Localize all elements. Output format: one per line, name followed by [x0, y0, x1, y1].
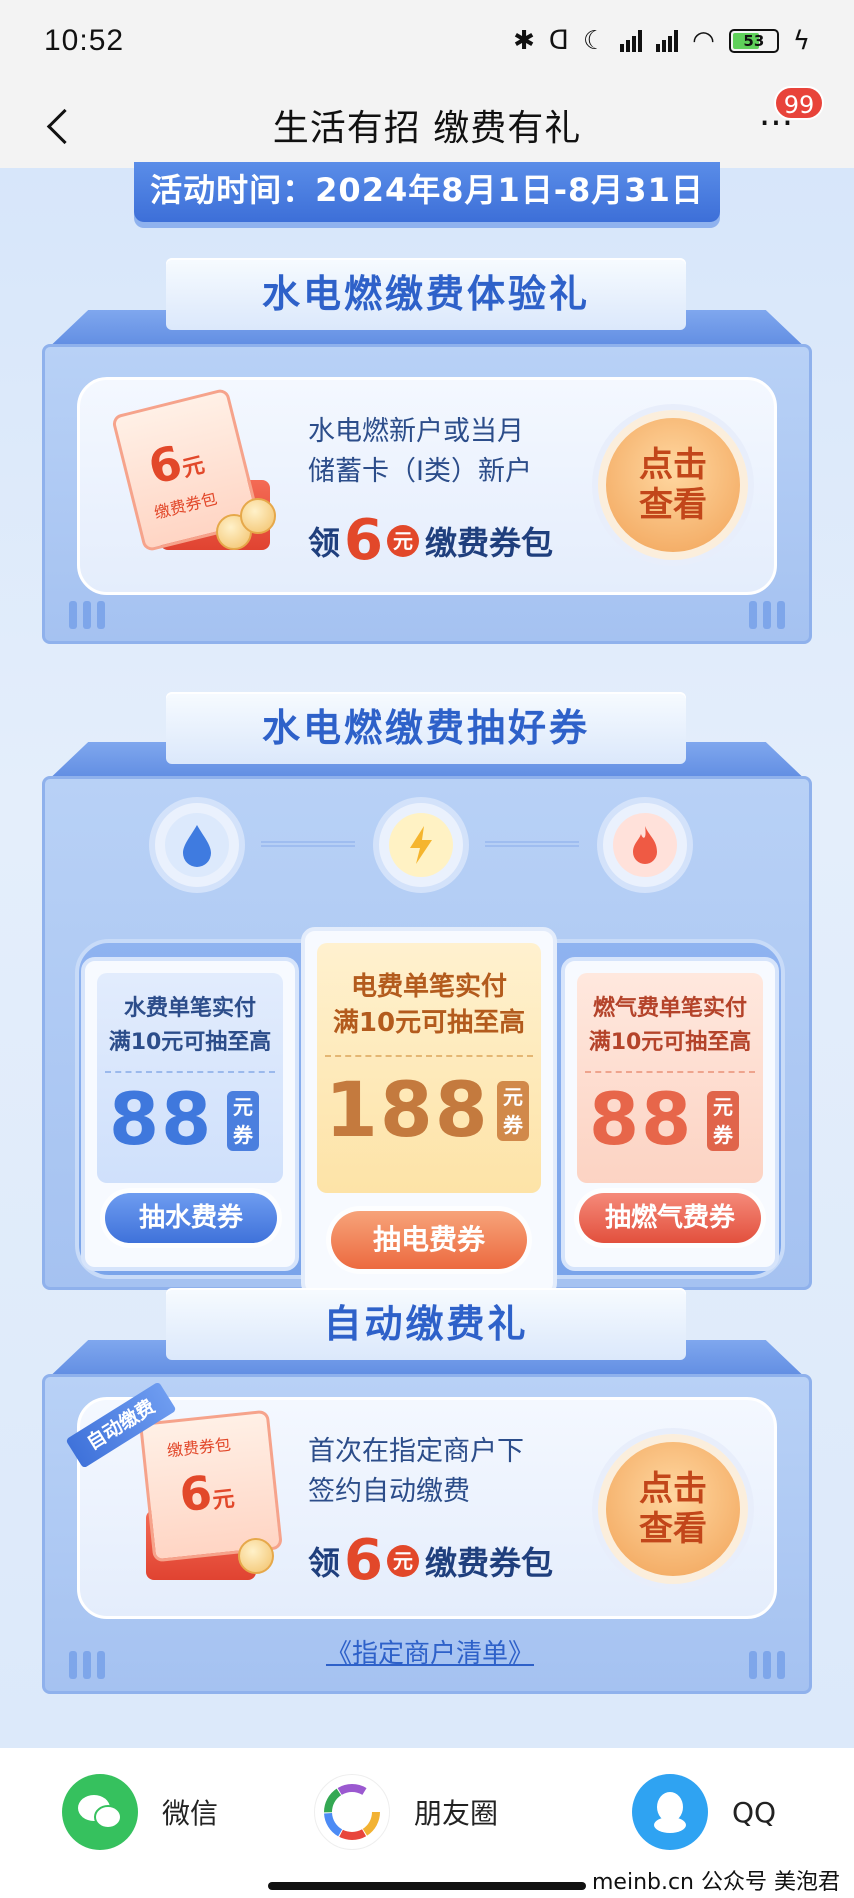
- water-coupon-unit: 元券: [227, 1091, 259, 1151]
- offer-condition-line2: 储蓄卡（I类）新户: [308, 456, 532, 487]
- battery-icon: 53: [728, 29, 779, 53]
- main-content: 活动时间：2024年8月1日-8月31日 水电燃缴费体验礼 6元 缴费券包 水电…: [0, 162, 854, 1748]
- view-offer-button[interactable]: 点击查看: [598, 410, 748, 560]
- wifi-icon: ◠: [692, 26, 715, 56]
- share-qq-button[interactable]: QQ: [632, 1774, 776, 1850]
- gas-coupon-card: 燃气费单笔实付 满10元可抽至高 88 元券 抽燃气费券: [561, 957, 779, 1271]
- merchant-list-link[interactable]: 《指定商户清单》: [3, 1633, 854, 1670]
- draw-gas-coupon-button[interactable]: 抽燃气费券: [579, 1193, 761, 1243]
- section3-offer-card[interactable]: 缴费券包 6元 自动缴费 首次在指定商户下 签约自动缴费 领 6 元 缴费券包 …: [65, 1381, 777, 1619]
- signal-icon: [620, 30, 643, 52]
- status-icons: ✱ ᗡ ☾ ◠ 53 ϟ: [513, 26, 810, 56]
- section3-panel: 缴费券包 6元 自动缴费 首次在指定商户下 签约自动缴费 领 6 元 缴费券包 …: [42, 1374, 812, 1694]
- coupon-illustration: 缴费券包 6元: [106, 1409, 283, 1584]
- moments-icon: [314, 1774, 390, 1850]
- water-coupon-card: 水费单笔实付 满10元可抽至高 88 元券 抽水费券: [81, 957, 299, 1271]
- nav-bar: 生活有招 缴费有礼 ··· 99: [0, 82, 854, 168]
- section1-offer-card[interactable]: 6元 缴费券包 水电燃新户或当月 储蓄卡（I类）新户 领 6 元 缴费券包 点击…: [77, 377, 777, 595]
- wechat-icon: [62, 1774, 138, 1850]
- watermark: meinb.cn 公众号 美泡君: [585, 1862, 846, 1898]
- gas-coupon-unit: 元券: [707, 1091, 739, 1151]
- water-card-line2: 满10元可抽至高: [108, 1030, 272, 1055]
- section1-panel: 6元 缴费券包 水电燃新户或当月 储蓄卡（I类）新户 领 6 元 缴费券包 点击…: [42, 344, 812, 644]
- home-indicator[interactable]: [268, 1882, 586, 1890]
- qq-label: QQ: [732, 1795, 777, 1829]
- page-title: 生活有招 缴费有礼: [272, 108, 582, 149]
- water-icon: [149, 797, 245, 893]
- coin-icon: [238, 1538, 274, 1574]
- decor-ticks: [69, 601, 105, 629]
- wechat-label: 微信: [162, 1797, 219, 1830]
- qq-icon: [632, 1774, 708, 1850]
- moments-label: 朋友圈: [414, 1797, 499, 1830]
- gas-card-line2: 满10元可抽至高: [588, 1030, 752, 1055]
- offer-condition-line2: 签约自动缴费: [308, 1476, 470, 1507]
- offer-condition-line1: 水电燃新户或当月: [308, 416, 524, 447]
- section2-panel: 水费单笔实付 满10元可抽至高 88 元券 抽水费券 电费单笔实付 满10元可抽…: [42, 776, 812, 1297]
- draw-water-coupon-button[interactable]: 抽水费券: [105, 1193, 277, 1243]
- electricity-coupon-unit: 元券: [497, 1081, 529, 1141]
- electricity-coupon-amount: 188: [325, 1065, 490, 1154]
- status-bar: 10:52 ✱ ᗡ ☾ ◠ 53 ϟ: [0, 0, 854, 82]
- electricity-card-line2: 满10元可抽至高: [332, 1008, 526, 1038]
- section1-title: 水电燃缴费体验礼: [166, 258, 686, 330]
- gas-coupon-amount: 88: [589, 1077, 694, 1161]
- coin-icon: [240, 498, 276, 534]
- bluetooth-icon: ✱: [513, 26, 535, 56]
- offer-reward: 领 6 元 缴费券包: [308, 508, 553, 573]
- notification-badge: 99: [774, 86, 824, 120]
- signal-icon-2: [656, 30, 679, 52]
- offer-condition-line1: 首次在指定商户下: [308, 1436, 524, 1467]
- earbuds-icon: ᗡ: [548, 26, 569, 56]
- back-button[interactable]: [40, 100, 80, 150]
- view-offer-button[interactable]: 点击查看: [598, 1434, 748, 1584]
- water-coupon-amount: 88: [109, 1077, 214, 1161]
- electricity-coupon-card: 电费单笔实付 满10元可抽至高 188 元券 抽电费券: [301, 927, 557, 1297]
- section3-title: 自动缴费礼: [166, 1288, 686, 1360]
- share-wechat-button[interactable]: 微信: [62, 1774, 218, 1850]
- flame-icon: [597, 797, 693, 893]
- gas-card-line1: 燃气费单笔实付: [592, 996, 747, 1021]
- share-moments-button[interactable]: 朋友圈: [314, 1774, 498, 1850]
- lightning-icon: [373, 797, 469, 893]
- decor-ticks: [749, 1651, 785, 1679]
- decor-ticks: [749, 601, 785, 629]
- connector-line: [485, 841, 579, 847]
- moon-icon: ☾: [582, 26, 607, 56]
- section2-title: 水电燃缴费抽好券: [166, 692, 686, 764]
- activity-date-banner: 活动时间：2024年8月1日-8月31日: [134, 162, 720, 222]
- draw-electricity-coupon-button[interactable]: 抽电费券: [331, 1211, 527, 1269]
- clock: 10:52: [44, 24, 125, 57]
- water-card-line1: 水费单笔实付: [123, 996, 256, 1021]
- charging-icon: ϟ: [792, 26, 810, 56]
- coupon-illustration: 6元 缴费券包: [106, 387, 276, 564]
- connector-line: [261, 841, 355, 847]
- electricity-card-line1: 电费单笔实付: [350, 972, 507, 1002]
- decor-ticks: [69, 1651, 105, 1679]
- offer-reward: 领 6 元 缴费券包: [308, 1528, 553, 1593]
